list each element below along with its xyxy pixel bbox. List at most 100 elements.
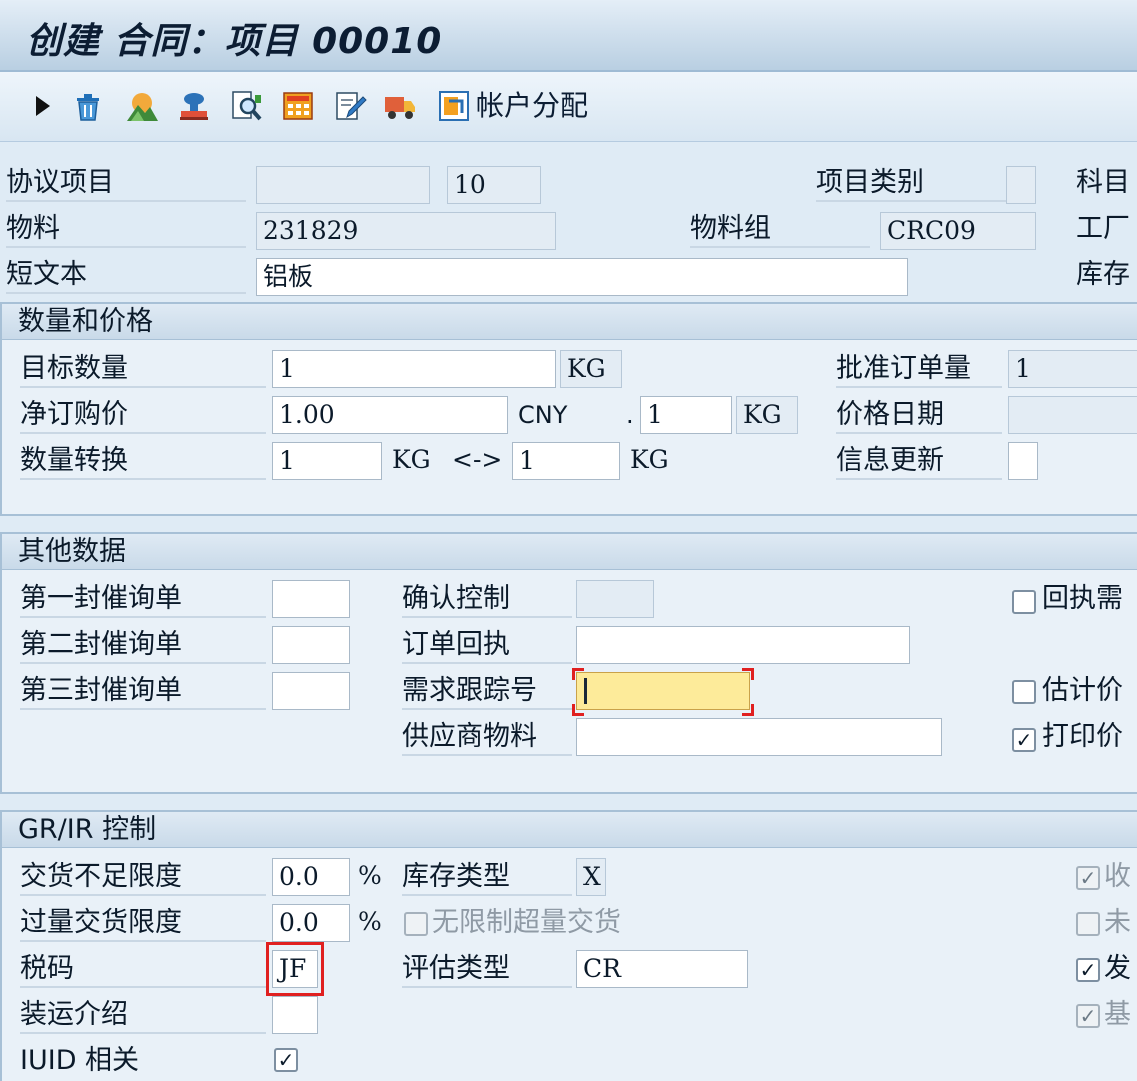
info-update-field[interactable] (1008, 442, 1038, 480)
overdelivery-label: 过量交货限度 (20, 906, 266, 942)
item-category-label: 项目类别 (816, 166, 1006, 202)
info-update-label: 信息更新 (836, 444, 1002, 480)
focus-corner-br (742, 704, 754, 716)
tax-code-label: 税码 (20, 952, 266, 988)
item-number-field: 10 (447, 166, 541, 204)
net-price-field[interactable]: 1.00 (272, 396, 508, 434)
stock-type-label: 库存类型 (402, 860, 572, 896)
tax-code-highlight (266, 942, 324, 996)
account-assignment-icon[interactable] (436, 88, 472, 124)
calculator-icon[interactable] (280, 88, 316, 124)
mountain-icon[interactable] (124, 88, 160, 124)
vendor-material-label: 供应商物料 (402, 720, 572, 756)
price-date-label: 价格日期 (836, 398, 1002, 434)
underdelivery-field[interactable]: 0.0 (272, 858, 350, 896)
reminder2-label: 第二封催询单 (20, 628, 266, 664)
overdelivery-field[interactable]: 0.0 (272, 904, 350, 942)
delete-icon[interactable] (70, 88, 106, 124)
material-field: 231829 (256, 212, 556, 250)
valuation-type-label: 评估类型 (402, 952, 572, 988)
target-qty-field[interactable]: 1 (272, 350, 556, 388)
focus-corner-tr (742, 668, 754, 680)
ack-required-label: 回执需 (1042, 583, 1123, 614)
item-category-field (1006, 166, 1036, 204)
valuation-type-field[interactable]: CR (576, 950, 748, 988)
storage-label: 库存 (1076, 259, 1130, 290)
expand-arrow-icon[interactable] (24, 88, 60, 124)
focus-corner-bl (572, 704, 584, 716)
delivery-truck-icon[interactable] (382, 88, 418, 124)
quantity-price-header: 数量和价格 (2, 304, 1137, 340)
base-label: 基 (1104, 999, 1131, 1030)
not-checkbox[interactable] (1076, 912, 1100, 936)
confirmation-control-label: 确认控制 (402, 582, 572, 618)
plant-label: 工厂 (1076, 213, 1130, 244)
order-ack-label: 订单回执 (402, 628, 572, 664)
underdelivery-unit: % (358, 861, 382, 890)
conversion-right-unit: KG (630, 445, 669, 474)
shipping-instr-label: 装运介绍 (20, 998, 266, 1034)
approved-order-qty-field: 1 (1008, 350, 1137, 388)
iuid-label: IUID 相关 (20, 1045, 140, 1076)
reminder3-field[interactable] (272, 672, 350, 710)
unlimited-overdelivery-checkbox[interactable] (404, 912, 428, 936)
estimated-price-checkbox[interactable] (1012, 680, 1036, 704)
vendor-material-field[interactable] (576, 718, 942, 756)
short-text-label: 短文本 (6, 258, 246, 294)
invoice-label: 发 (1104, 953, 1131, 984)
stock-type-field: X (576, 858, 606, 896)
search-document-icon[interactable] (228, 88, 264, 124)
other-data-title: 其他数据 (18, 536, 126, 567)
reminder1-label: 第一封催询单 (20, 582, 266, 618)
iuid-checkbox[interactable]: ✓ (274, 1048, 298, 1072)
agreement-item-label: 协议项目 (6, 166, 246, 202)
currency-label: CNY (518, 401, 568, 429)
ack-required-checkbox[interactable] (1012, 590, 1036, 614)
print-price-label: 打印价 (1042, 721, 1123, 752)
shipping-instr-field[interactable] (272, 996, 318, 1034)
approved-order-qty-label: 批准订单量 (836, 352, 1002, 388)
invoice-checkbox[interactable]: ✓ (1076, 958, 1100, 982)
reminder1-field[interactable] (272, 580, 350, 618)
other-data-header: 其他数据 (2, 534, 1137, 570)
conversion-left-field[interactable]: 1 (272, 442, 382, 480)
price-unit-uom: KG (736, 396, 798, 434)
grir-control-header: GR/IR 控制 (2, 812, 1137, 848)
short-text-field[interactable]: 铝板 (256, 258, 908, 296)
application-toolbar: 帐户分配 (0, 72, 1137, 142)
estimated-price-label: 估计价 (1042, 675, 1123, 706)
focus-corner-tl (572, 668, 584, 680)
reminder3-label: 第三封催询单 (20, 674, 266, 710)
gr-checkbox[interactable]: ✓ (1076, 866, 1100, 890)
quantity-price-title: 数量和价格 (18, 306, 153, 337)
text-cursor (584, 678, 587, 704)
net-price-label: 净订购价 (20, 398, 266, 434)
base-checkbox[interactable]: ✓ (1076, 1004, 1100, 1028)
tracking-no-field[interactable] (576, 672, 750, 710)
conversion-label: 数量转换 (20, 444, 266, 480)
title-bar: 创建 合同：项目 00010 (0, 0, 1137, 72)
agreement-item-field (256, 166, 430, 204)
material-group-field: CRC09 (880, 212, 1036, 250)
per-separator: . (626, 401, 634, 429)
account-assignment-button[interactable]: 帐户分配 (476, 88, 588, 124)
conversion-right-field[interactable]: 1 (512, 442, 620, 480)
confirmation-control-field[interactable] (576, 580, 654, 618)
price-date-field (1008, 396, 1137, 434)
material-label: 物料 (6, 212, 246, 248)
grir-control-group: GR/IR 控制 (0, 810, 1137, 1081)
stamp-icon[interactable] (176, 88, 212, 124)
tracking-no-label: 需求跟踪号 (402, 674, 572, 710)
grir-control-title: GR/IR 控制 (18, 814, 157, 845)
gr-label: 收 (1104, 861, 1131, 892)
target-qty-unit: KG (560, 350, 622, 388)
target-qty-label: 目标数量 (20, 352, 266, 388)
edit-document-icon[interactable] (332, 88, 368, 124)
unlimited-overdelivery-label: 无限制超量交货 (432, 907, 621, 938)
overdelivery-unit: % (358, 907, 382, 936)
price-unit-field[interactable]: 1 (640, 396, 732, 434)
order-ack-field[interactable] (576, 626, 910, 664)
subject-label: 科目 (1076, 167, 1130, 198)
print-price-checkbox[interactable]: ✓ (1012, 728, 1036, 752)
reminder2-field[interactable] (272, 626, 350, 664)
